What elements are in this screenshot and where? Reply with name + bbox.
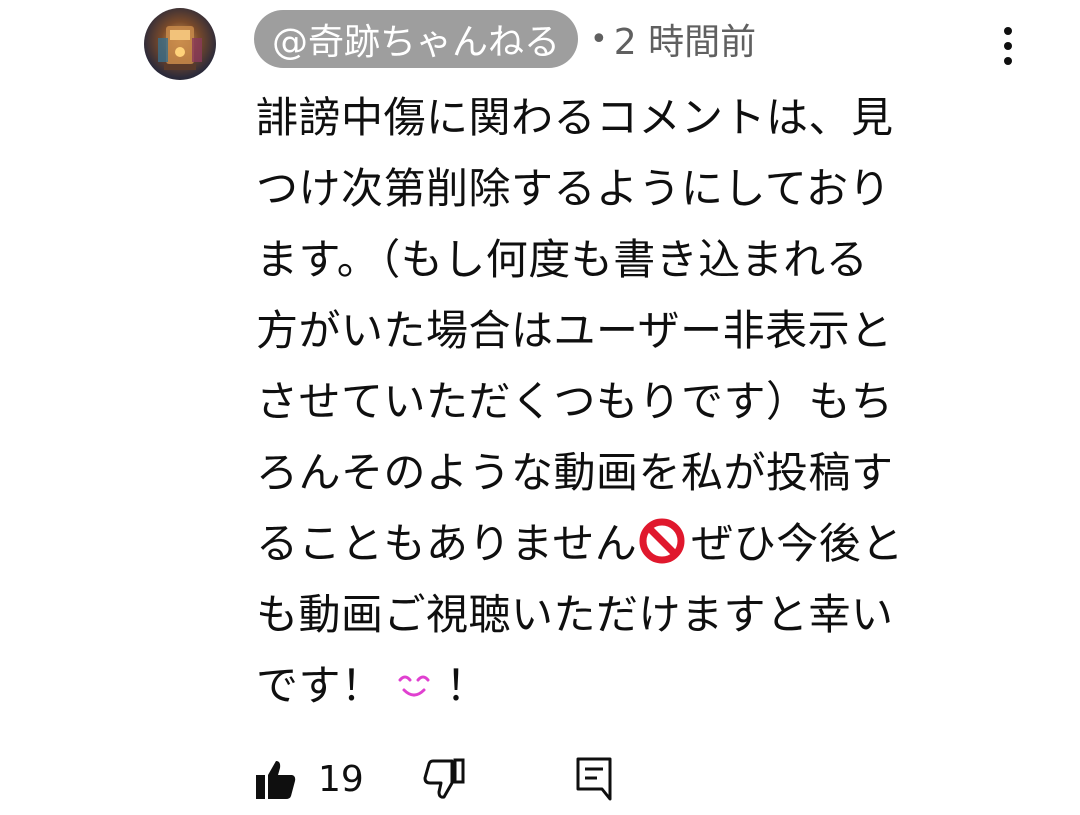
like-count: 19 bbox=[318, 758, 364, 800]
comment-line: させていただくつもりです）もち bbox=[256, 377, 894, 426]
more-vert-icon bbox=[1004, 27, 1012, 65]
comment-line-segment: ぜひ今後と bbox=[691, 519, 904, 568]
comment-line-emoji: です！ ！ bbox=[256, 650, 996, 721]
comment-line-segment: です！ bbox=[256, 661, 384, 710]
comment-line-prefix: る bbox=[256, 519, 299, 568]
comment-time: 2 時間前 bbox=[613, 22, 757, 63]
comment-line: ます。（もし何度も書き込まれる bbox=[256, 235, 869, 284]
meta-separator: • bbox=[590, 21, 608, 57]
comment-line: ろんそのような動画を私が投稿す bbox=[256, 448, 894, 497]
no-entry-sign-emoji bbox=[639, 518, 685, 564]
like-button[interactable]: 19 bbox=[254, 752, 364, 806]
thumb-down-icon bbox=[423, 758, 465, 799]
comment-meta: @奇跡ちゃんねる • 2 時間前 bbox=[254, 10, 756, 68]
comment-line: 誹謗中傷に関わるコメントは、見 bbox=[256, 93, 894, 142]
comment-reply-icon bbox=[576, 757, 612, 801]
dislike-button[interactable] bbox=[422, 752, 466, 806]
comment-line: つけ次第削除するようにしており bbox=[256, 164, 891, 213]
comment-line-segment: ！ bbox=[445, 661, 489, 710]
smiling-eyes-emoji bbox=[398, 675, 430, 697]
comment-thread: @奇跡ちゃんねる • 2 時間前 誹謗中傷に関わるコメントは、見 つけ次第削除す… bbox=[0, 0, 1080, 815]
more-options-button[interactable] bbox=[988, 22, 1028, 70]
thumb-up-icon bbox=[256, 761, 296, 799]
comment-text: 誹謗中傷に関わるコメントは、見 つけ次第削除するようにしており ます。（もし何度… bbox=[256, 82, 996, 721]
avatar-image bbox=[158, 26, 202, 70]
author-handle[interactable]: @奇跡ちゃんねる bbox=[254, 10, 579, 68]
comment-line: 方がいた場合はユーザー非表示と bbox=[256, 306, 893, 355]
avatar[interactable] bbox=[144, 8, 216, 80]
reply-button[interactable] bbox=[574, 752, 614, 806]
comment-actions: 19 bbox=[254, 752, 654, 806]
comment-line-segment: こともありません bbox=[298, 519, 638, 568]
comment-line-emoji: ることもありません ぜひ今後と bbox=[256, 508, 996, 579]
comment-line: も動画ご視聴いただけますと幸い bbox=[256, 590, 894, 639]
